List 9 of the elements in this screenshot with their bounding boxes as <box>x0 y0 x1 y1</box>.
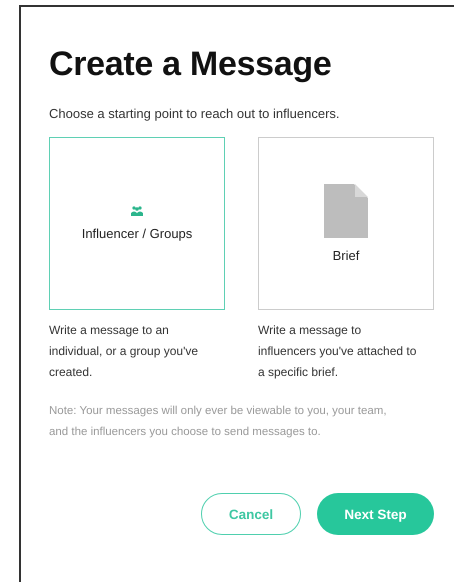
note-text: Note: Your messages will only ever be viewable to you, your team, and the influencers you choose to send messages to. <box>49 404 388 440</box>
subtitle: Choose a starting point to reach out to influencers. <box>49 106 341 121</box>
dialog-title: Create a Message <box>49 45 332 84</box>
option-card[interactable]: Brief <box>258 137 434 310</box>
group-icon <box>131 206 143 216</box>
option-card[interactable]: Influencer / Groups <box>49 137 225 310</box>
option-description: Write a message to influencers you've attached to a specific brief. <box>258 322 418 381</box>
option-description: Write a message to an individual, or a group you've created. <box>49 322 200 381</box>
document-icon <box>324 184 368 238</box>
